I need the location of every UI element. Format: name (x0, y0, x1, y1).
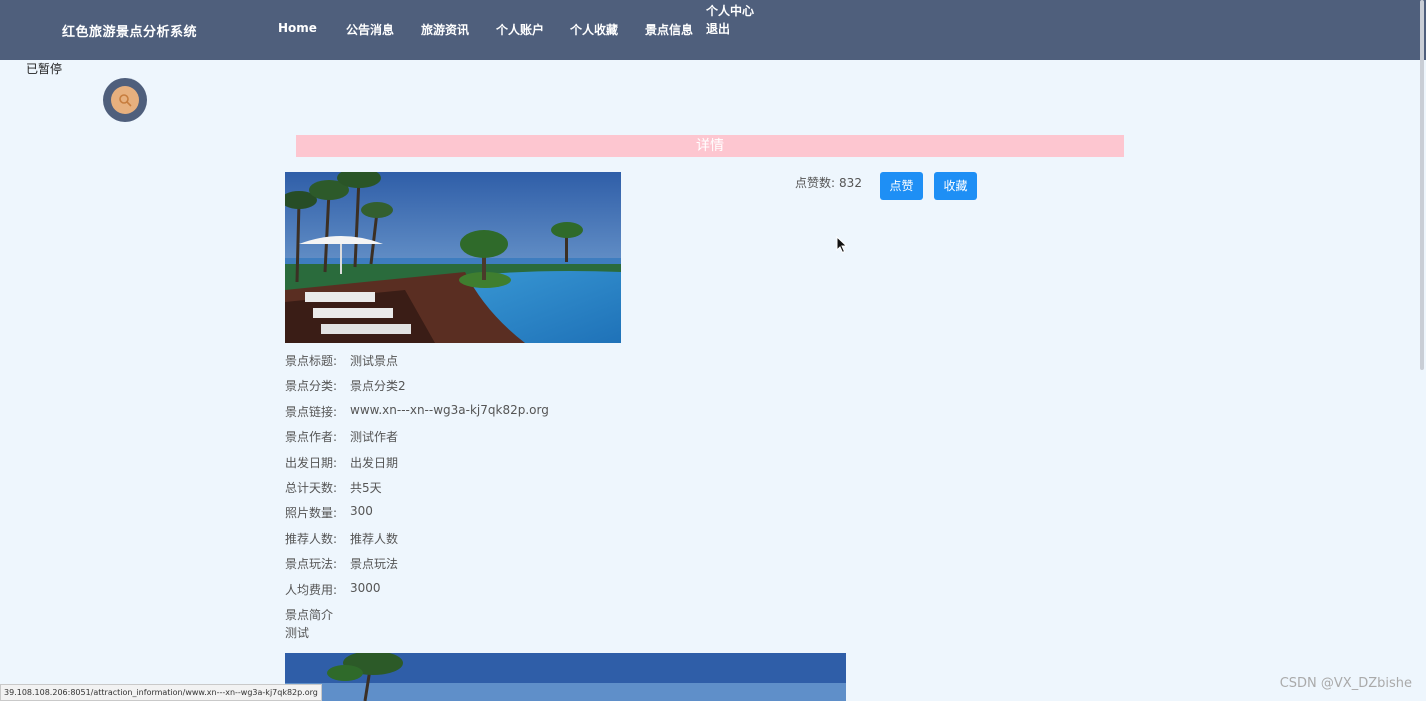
nav-attractions[interactable]: 景点信息 (645, 21, 693, 38)
info-value: 测试景点 (350, 354, 399, 368)
info-value: 3000 (350, 580, 381, 595)
info-label: 照片数量: (285, 506, 338, 521)
info-value: 300 (350, 504, 373, 519)
info-value: 出发日期 (350, 455, 399, 470)
info-value: 测试作者 (350, 430, 399, 445)
info-label: 景点标题: (285, 354, 338, 368)
info-label: 景点玩法: (285, 557, 338, 572)
status-bar-url: 39.108.108.206:8051/attraction_informati… (0, 684, 322, 701)
nav-favorites[interactable]: 个人收藏 (570, 21, 618, 38)
user-menu: 个人中心 退出 (706, 2, 754, 38)
intro-image (285, 653, 846, 701)
info-label: 景点分类: (285, 379, 338, 394)
site-title: 红色旅游景点分析系统 (62, 25, 198, 40)
intro-text: 测试 (285, 626, 310, 640)
intro-label: 景点简介 (285, 608, 334, 622)
intro-section: 景点简介 测试 (285, 606, 333, 642)
watermark: CSDN @VX_DZbishe (1279, 676, 1412, 691)
info-label: 人均费用: (285, 582, 338, 597)
likes-label: 点赞数: (795, 176, 836, 190)
attraction-image (285, 172, 621, 343)
logout-link[interactable]: 退出 (706, 20, 754, 38)
info-label: 总计天数: (285, 480, 338, 495)
nav-home[interactable]: Home (278, 21, 317, 35)
like-button[interactable]: 点赞 (880, 172, 923, 200)
search-icon (111, 86, 139, 114)
paused-indicator: 已暂停 (26, 62, 63, 76)
search-button[interactable] (103, 78, 147, 122)
nav-account[interactable]: 个人账户 (496, 21, 544, 38)
info-label: 出发日期: (285, 455, 338, 470)
likes-display: 点赞数: 832 (795, 174, 862, 191)
info-label: 景点作者: (285, 430, 338, 445)
info-label: 景点链接: (285, 404, 338, 419)
page-scrollbar[interactable] (1420, 0, 1424, 370)
info-value: 景点玩法 (350, 557, 399, 572)
info-value: 共5天 (350, 480, 382, 495)
detail-banner: 详情 (296, 135, 1124, 157)
top-navbar: 红色旅游景点分析系统 Home 公告消息 旅游资讯 个人账户 个人收藏 景点信息… (0, 0, 1426, 60)
user-center-link[interactable]: 个人中心 (706, 2, 754, 20)
info-value: 景点分类2 (350, 379, 406, 394)
mouse-cursor-icon (836, 235, 848, 258)
info-value: 推荐人数 (350, 531, 399, 546)
likes-count: 832 (839, 176, 862, 190)
info-label: 推荐人数: (285, 531, 338, 546)
favorite-button[interactable]: 收藏 (934, 172, 977, 200)
nav-announcements[interactable]: 公告消息 (346, 21, 394, 38)
attraction-link[interactable]: www.xn---xn--wg3a-kj7qk82p.org (350, 403, 549, 417)
app-frame: 红色旅游景点分析系统 Home 公告消息 旅游资讯 个人账户 个人收藏 景点信息… (0, 0, 1426, 701)
nav-travel-news[interactable]: 旅游资讯 (421, 21, 469, 38)
